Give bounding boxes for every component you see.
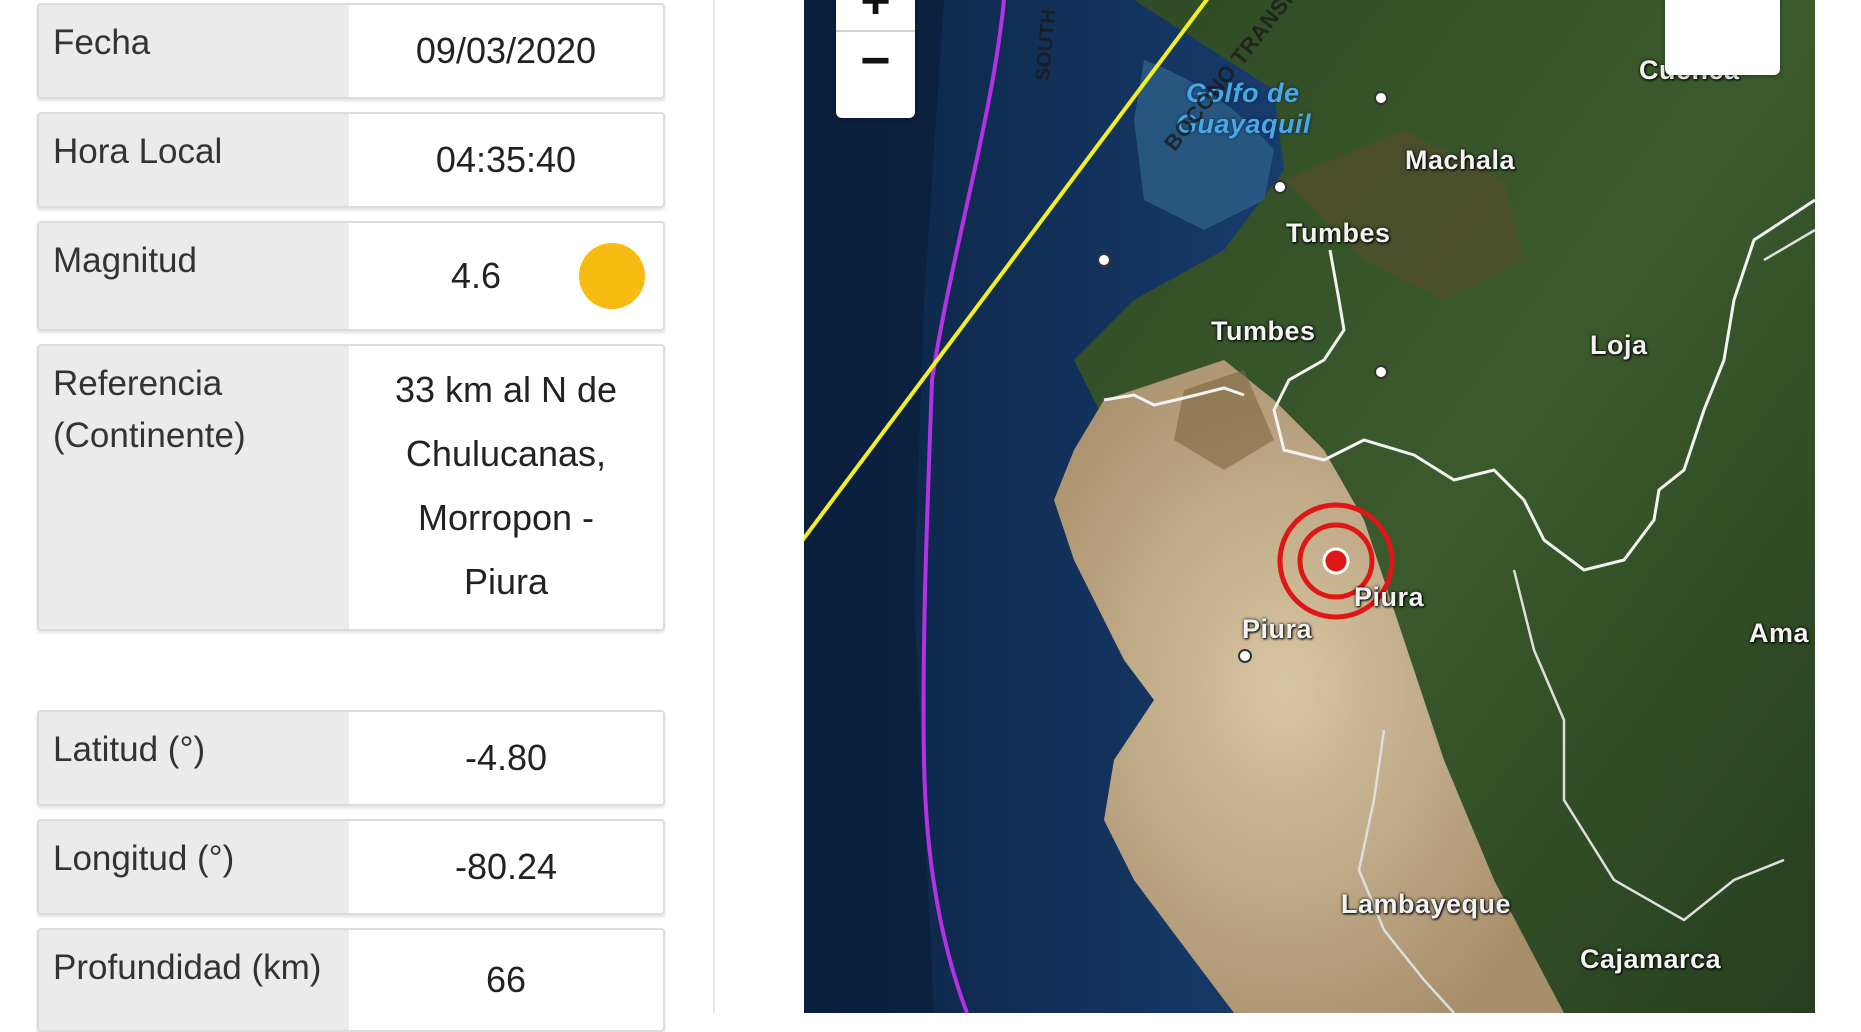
map-label-piura-region: Piura (1354, 582, 1425, 612)
row-profundidad: Profundidad (km) 66 (37, 928, 665, 1032)
map-label-tumbes-region: Tumbes (1211, 316, 1316, 346)
zoom-in-button[interactable]: + (836, 0, 915, 30)
magnitude-indicator-dot (579, 243, 645, 309)
magnitud-cell: 4.6 (349, 223, 663, 329)
profundidad-value: 66 (485, 959, 527, 1000)
hora-value: 04:35:40 (435, 139, 577, 180)
zoom-out-button[interactable]: − (836, 32, 915, 90)
epicenter-map[interactable]: Golfo de Guayaquil Machala Tumbes Tumbes… (804, 0, 1815, 1013)
map-label-loja: Loja (1590, 330, 1648, 360)
magnitud-value: 4.6 (450, 255, 502, 296)
row-hora-local: Hora Local 04:35:40 (37, 112, 665, 208)
earthquake-info-panel: Fecha 09/03/2020 Hora Local 04:35:40 Mag… (0, 0, 720, 1032)
fecha-value: 09/03/2020 (415, 30, 597, 71)
hora-label: Hora Local (39, 114, 349, 206)
referencia-label-line2: (Continente) (53, 416, 246, 455)
row-magnitud: Magnitud 4.6 (37, 221, 665, 331)
row-referencia: Referencia (Continente) 33 km al N de Ch… (37, 344, 665, 631)
referencia-line: Piura (463, 560, 549, 602)
referencia-label: Referencia (Continente) (39, 346, 349, 629)
referencia-line: Morropon - (417, 496, 595, 538)
panel-divider (713, 0, 715, 1013)
map-label-cajamarca: Cajamarca (1580, 944, 1722, 974)
map-label-tumbes-city: Tumbes (1286, 218, 1391, 248)
map-label-amazonas: Ama (1749, 618, 1810, 648)
map-label-lambayeque: Lambayeque (1341, 889, 1512, 919)
satellite-imagery (804, 0, 1815, 1013)
referencia-line: Chulucanas, (405, 432, 607, 474)
referencia-line: 33 km al N de (394, 368, 618, 410)
map-label-machala: Machala (1405, 145, 1516, 175)
latitud-value: -4.80 (464, 737, 548, 778)
latitud-label: Latitud (°) (39, 712, 349, 804)
profundidad-label: Profundidad (km) (39, 930, 349, 1030)
zoom-control: + − (836, 0, 915, 118)
row-longitud: Longitud (°) -80.24 (37, 819, 665, 915)
referencia-label-line1: Referencia (53, 364, 223, 403)
map-label-piura-city: Piura (1242, 614, 1313, 644)
referencia-value: 33 km al N de Chulucanas, Morropon - Piu… (349, 346, 663, 629)
longitud-value: -80.24 (454, 846, 558, 887)
fecha-label: Fecha (39, 5, 349, 97)
layer-control-button[interactable] (1665, 0, 1780, 75)
longitud-label: Longitud (°) (39, 821, 349, 913)
row-latitud: Latitud (°) -4.80 (37, 710, 665, 806)
magnitud-label: Magnitud (39, 223, 349, 329)
row-fecha: Fecha 09/03/2020 (37, 3, 665, 99)
